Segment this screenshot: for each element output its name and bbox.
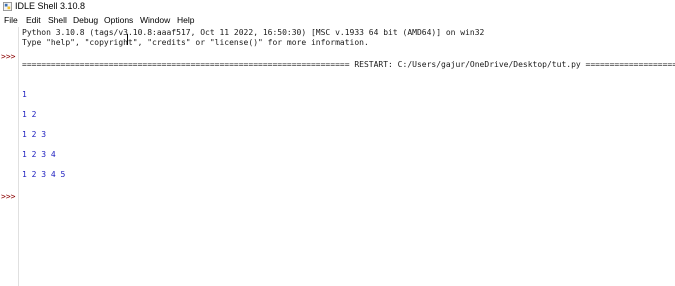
menu-window[interactable]: Window: [140, 15, 170, 25]
shell-prompt: >>>: [1, 192, 16, 201]
menu-options[interactable]: Options: [104, 15, 133, 25]
banner-line: Python 3.10.8 (tags/v3.10.8:aaaf517, Oct…: [22, 28, 485, 37]
prompt-gutter: >>> >>>: [0, 27, 18, 286]
python-idle-icon: [3, 2, 12, 11]
text-cursor: [127, 34, 128, 45]
menu-shell[interactable]: Shell: [48, 15, 67, 25]
output-line: 1 2: [22, 110, 37, 119]
menu-bar: File Edit Shell Debug Options Window Hel…: [0, 15, 675, 27]
output-line: 1 2 3: [22, 130, 47, 139]
banner-line: Type "help", "copyright", "credits" or "…: [22, 38, 369, 47]
output-line: 1: [22, 90, 27, 99]
menu-edit[interactable]: Edit: [26, 15, 41, 25]
menu-debug[interactable]: Debug: [73, 15, 98, 25]
window-title: IDLE Shell 3.10.8: [15, 1, 86, 11]
output-line: 1 2 3 4 5: [22, 170, 66, 179]
restart-line: ========================================…: [22, 60, 675, 69]
title-bar: IDLE Shell 3.10.8: [0, 0, 675, 14]
shell-text-area[interactable]: Python 3.10.8 (tags/v3.10.8:aaaf517, Oct…: [19, 27, 675, 286]
menu-file[interactable]: File: [4, 15, 18, 25]
menu-help[interactable]: Help: [177, 15, 194, 25]
output-line: 1 2 3 4: [22, 150, 56, 159]
shell-prompt: >>>: [1, 52, 16, 61]
